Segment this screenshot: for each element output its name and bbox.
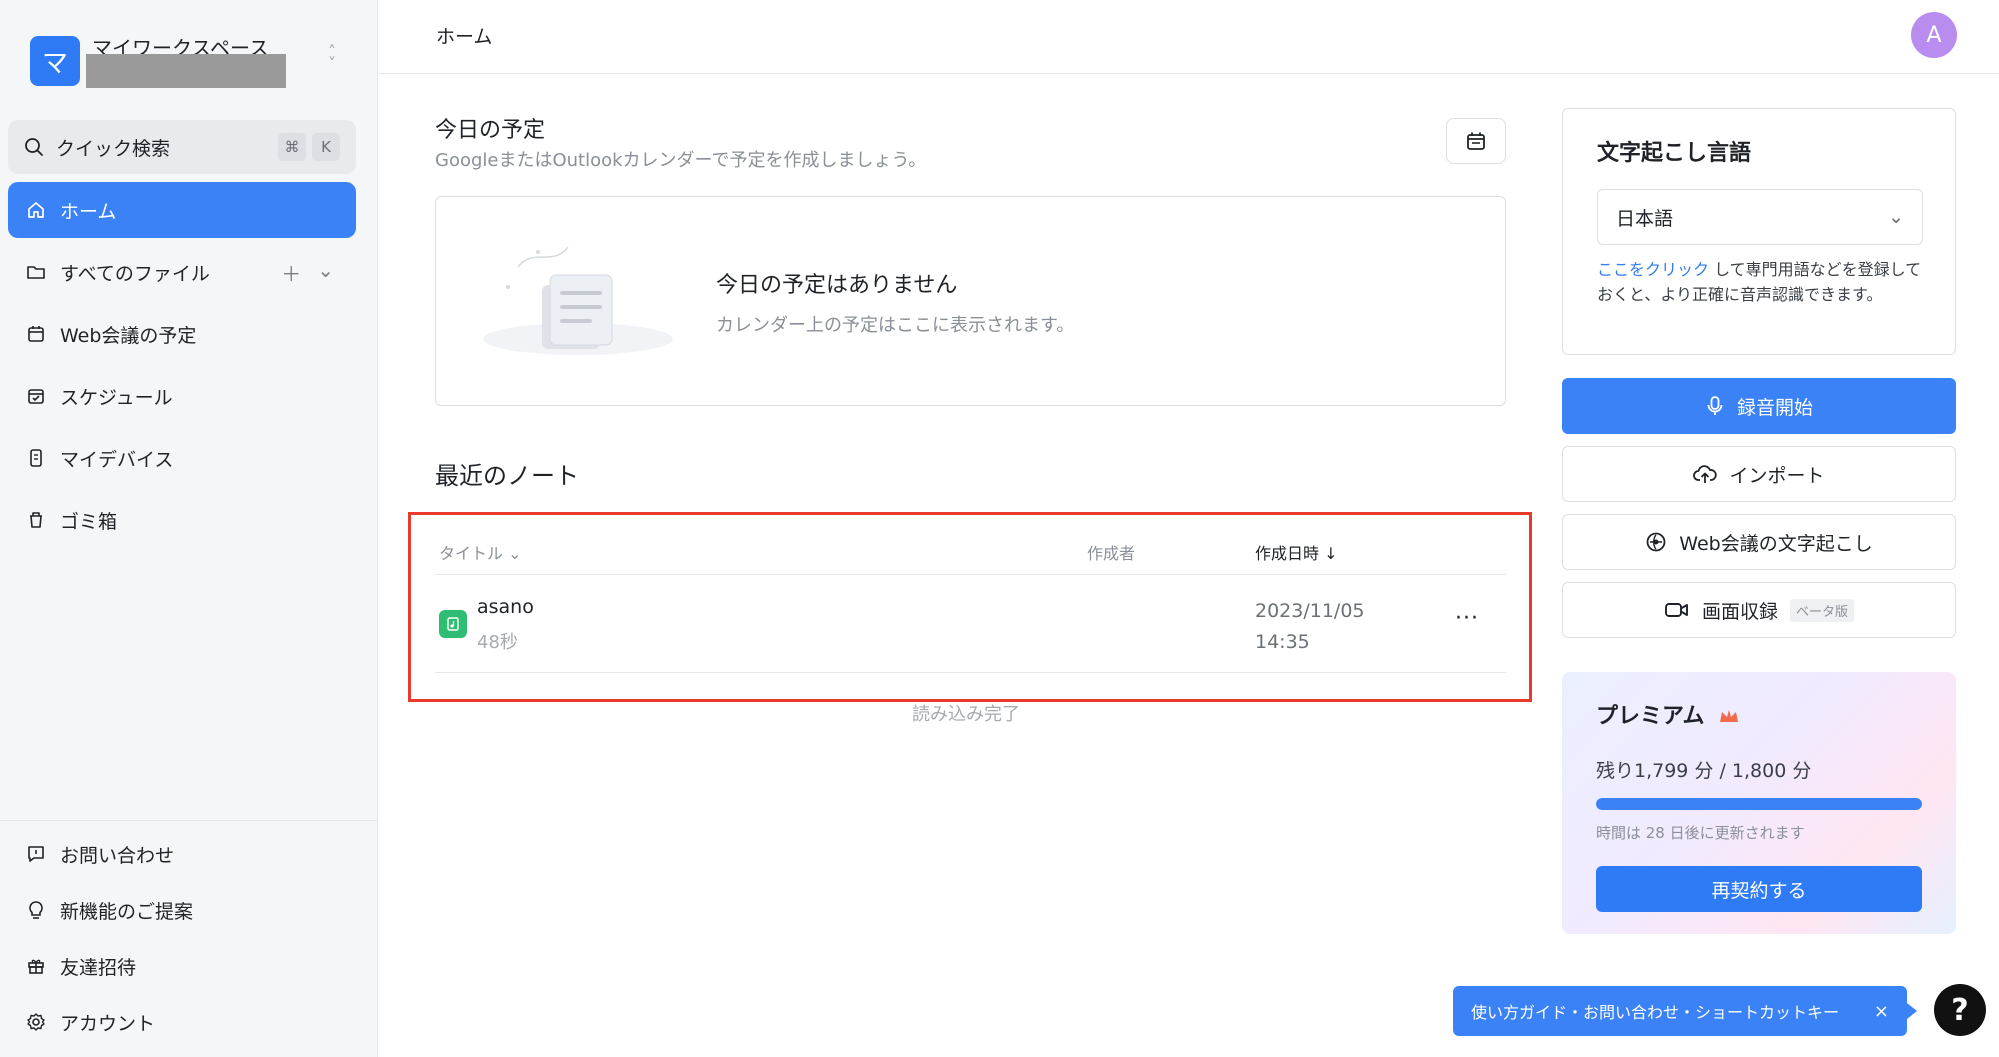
schedule-icon (28, 389, 44, 404)
device-icon (30, 449, 42, 467)
highlight-annotation (408, 512, 1532, 702)
quick-search[interactable]: クイック検索 ⌘ K (8, 120, 356, 174)
avatar[interactable]: A (1911, 12, 1957, 58)
plus-icon[interactable]: ＋ (281, 258, 301, 287)
trash-icon (30, 512, 42, 528)
record-button[interactable]: 録音開始 (1562, 378, 1956, 434)
import-button[interactable]: インポート (1562, 446, 1956, 502)
sidebar: マ マイワークスペース ˄ ˅ クイック検索 ⌘ K ホーム すべてのファイル … (0, 0, 378, 1057)
message-icon (28, 846, 44, 862)
chevron-updown-icon[interactable]: ˄ ˅ (328, 44, 336, 72)
premium-progress-bar (1596, 798, 1922, 810)
record-label: 録音開始 (1736, 396, 1813, 419)
top-header: ホーム A (378, 0, 1999, 74)
nav-label: Web会議の予定 (60, 324, 197, 347)
screen-record-button[interactable]: 画面収録 ベータ版 (1562, 582, 1956, 638)
nav-label: すべてのファイル (60, 262, 210, 285)
nav-label: マイデバイス (60, 448, 174, 471)
video-camera-icon (1665, 603, 1688, 617)
workspace-info: マイワークスペース (86, 30, 302, 92)
nav-label: ホーム (60, 200, 117, 223)
empty-schedule-subtitle: カレンダー上の予定はここに表示されます。 (716, 315, 1075, 336)
nav-label: 友達招待 (60, 956, 137, 979)
nav-item-account[interactable]: アカウント (8, 996, 356, 1048)
nav-item-invite[interactable]: 友達招待 (8, 940, 356, 992)
import-label: インポート (1729, 464, 1825, 487)
nav-item-all-files[interactable]: すべてのファイル ＋ ⌄ (8, 244, 356, 300)
quick-search-label: クイック検索 (56, 137, 171, 160)
screen-record-label: 画面収録 (1701, 600, 1778, 623)
empty-schedule-card: 今日の予定はありません カレンダー上の予定はここに表示されます。 (435, 196, 1506, 406)
premium-card: プレミアム 残り1,799 分 / 1,800 分 時間は 28 日後に更新され… (1562, 672, 1956, 934)
calendar-icon (28, 326, 44, 342)
language-help: ここをクリック して専門用語などを登録しておくと、より正確に音声認識できます。 (1597, 257, 1927, 307)
sidebar-divider (0, 820, 378, 821)
language-select[interactable]: 日本語 ⌄ (1597, 189, 1923, 245)
nav-item-trash[interactable]: ゴミ箱 (8, 492, 356, 548)
premium-title: プレミアム (1596, 698, 1740, 730)
nav-label: お問い合わせ (60, 844, 175, 867)
recent-notes-title: 最近のノート (435, 462, 579, 490)
main-nav: ホーム すべてのファイル ＋ ⌄ Web会議の予定 スケジュール マイデバイス … (8, 182, 356, 554)
premium-remaining: 残り1,799 分 / 1,800 分 (1596, 760, 1812, 782)
help-banner[interactable]: 使い方ガイド・お問い合わせ・ショートカットキー × (1453, 986, 1917, 1036)
empty-schedule-title: 今日の予定はありません (716, 273, 958, 298)
calendar-icon (1467, 132, 1485, 150)
workspace-avatar: マ (30, 36, 80, 86)
schedule-subtitle: GoogleまたはOutlookカレンダーで予定を作成しましょう。 (435, 150, 927, 171)
close-icon[interactable]: × (1874, 1001, 1889, 1022)
language-title: 文字起こし言語 (1597, 141, 1752, 166)
nav-label: スケジュール (60, 386, 173, 409)
gift-icon (28, 959, 44, 974)
home-icon (28, 202, 44, 218)
nav-item-schedule[interactable]: スケジュール (8, 368, 356, 424)
k-key: K (312, 133, 340, 161)
meeting-icon (1646, 532, 1666, 552)
breadcrumb: ホーム (436, 26, 493, 48)
premium-renew-note: 時間は 28 日後に更新されます (1596, 824, 1805, 842)
nav-label: 新機能のご提案 (60, 900, 194, 923)
nav-label: ゴミ箱 (60, 510, 118, 533)
web-meeting-transcribe-button[interactable]: Web会議の文字起こし (1562, 514, 1956, 570)
chevron-down-icon[interactable]: ⌄ (317, 258, 334, 287)
bottom-nav: お問い合わせ 新機能のご提案 友達招待 アカウント (8, 828, 356, 1052)
settings-icon (27, 1013, 45, 1031)
web-meeting-label: Web会議の文字起こし (1679, 532, 1873, 555)
nav-item-web-meetings[interactable]: Web会議の予定 (8, 306, 356, 362)
cmd-key: ⌘ (278, 133, 306, 161)
nav-item-contact[interactable]: お問い合わせ (8, 828, 356, 880)
premium-title-label: プレミアム (1596, 704, 1705, 729)
workspace-switcher[interactable]: マ マイワークスペース ˄ ˅ (30, 30, 348, 92)
chevron-down-icon: ⌄ (1888, 206, 1904, 228)
microphone-icon (1707, 396, 1723, 415)
help-button[interactable]: ? (1934, 984, 1986, 1036)
schedule-title: 今日の予定 (435, 118, 546, 143)
premium-progress-fill (1596, 798, 1922, 810)
help-banner-text: 使い方ガイド・お問い合わせ・ショートカットキー (1471, 1003, 1840, 1022)
empty-document-illustration (483, 246, 673, 355)
transcription-language-card: 文字起こし言語 日本語 ⌄ ここをクリック して専門用語などを登録しておくと、よ… (1562, 108, 1956, 355)
folder-icon (27, 266, 45, 279)
nav-item-feature-request[interactable]: 新機能のご提案 (8, 884, 356, 936)
cloud-upload-icon (1693, 465, 1718, 483)
nav-label: アカウント (60, 1012, 156, 1035)
language-selected: 日本語 (1616, 207, 1674, 230)
renew-button[interactable]: 再契約する (1596, 866, 1922, 912)
lightbulb-icon (29, 901, 43, 919)
vocabulary-link[interactable]: ここをクリック (1597, 260, 1709, 279)
search-shortcut: ⌘ K (278, 133, 340, 161)
redacted-email (86, 54, 286, 88)
nav-item-my-devices[interactable]: マイデバイス (8, 430, 356, 486)
search-icon (25, 138, 43, 156)
beta-badge: ベータ版 (1790, 598, 1855, 622)
calendar-button[interactable] (1446, 118, 1506, 164)
crown-icon (1720, 710, 1739, 722)
load-status: 読み込み完了 (912, 704, 1020, 725)
nav-tail: ＋ ⌄ (281, 258, 334, 287)
nav-item-home[interactable]: ホーム (8, 182, 356, 238)
